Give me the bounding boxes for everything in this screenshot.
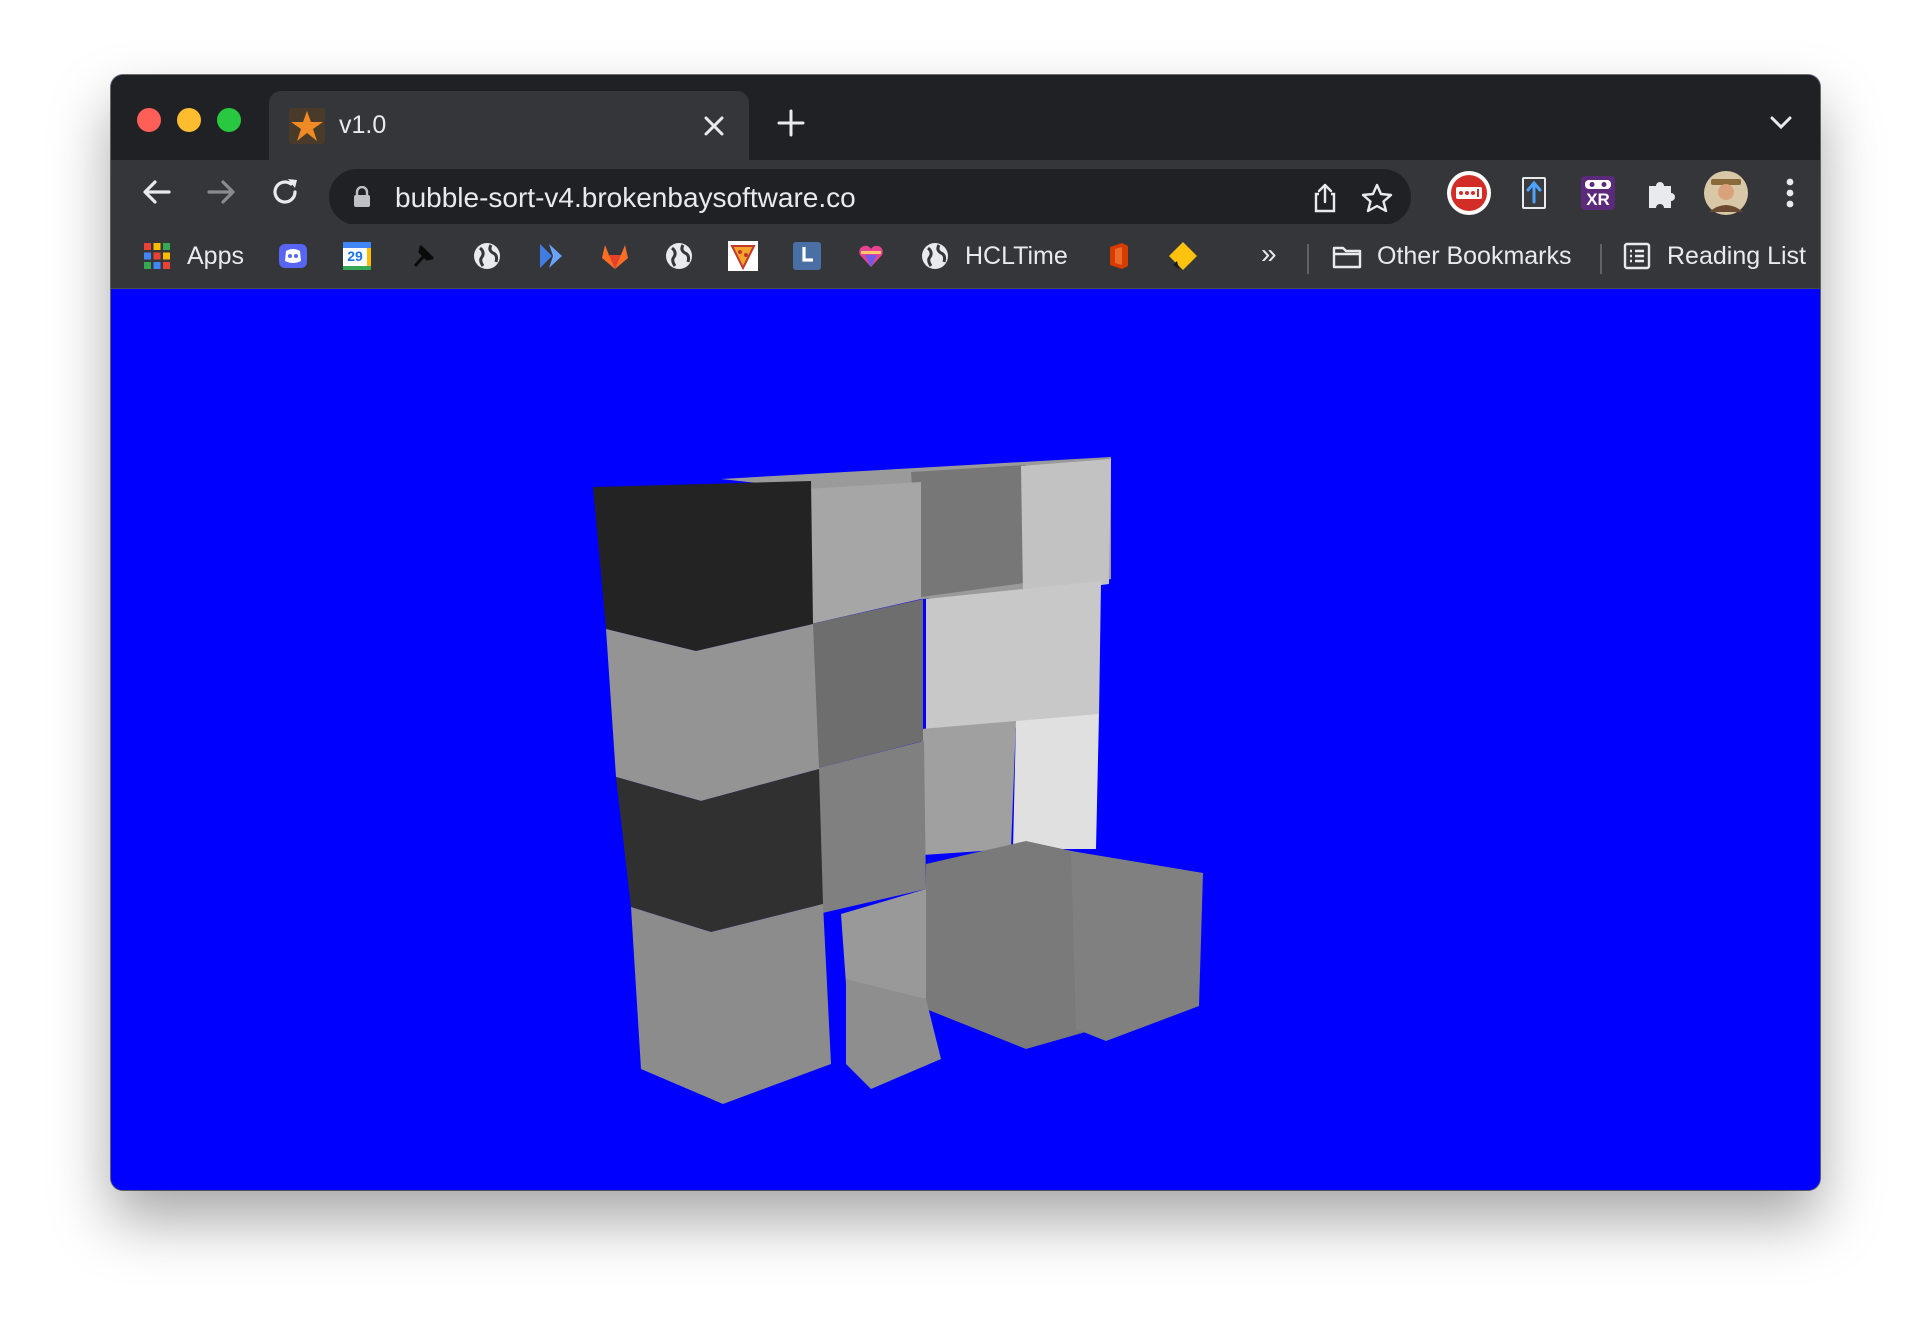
back-arrow-icon[interactable] xyxy=(139,174,175,210)
bookmark-globe-1[interactable] xyxy=(471,238,503,274)
folder-icon xyxy=(1332,246,1362,269)
bookmarks-divider xyxy=(1307,244,1309,274)
reading-list-icon xyxy=(1623,242,1651,270)
address-bar[interactable]: bubble-sort-v4.brokenbaysoftware.co xyxy=(329,169,1411,225)
bookmark-star-icon[interactable] xyxy=(1361,182,1393,214)
bookmark-office[interactable] xyxy=(1103,238,1135,274)
chevron-down-icon[interactable] xyxy=(1770,115,1792,131)
bookmark-heart[interactable] xyxy=(855,238,887,274)
bookmark-globe-2[interactable] xyxy=(663,238,695,274)
bookmark-discord[interactable] xyxy=(277,238,309,274)
bookmark-gitlab[interactable] xyxy=(599,238,631,274)
star-favicon-icon xyxy=(289,108,325,144)
tab-strip: v1.0 xyxy=(111,75,1820,160)
close-tab-icon[interactable] xyxy=(701,113,727,139)
reload-icon[interactable] xyxy=(267,174,303,210)
lock-icon xyxy=(354,186,370,207)
bookmark-diamond[interactable] xyxy=(1167,238,1199,274)
globe-icon xyxy=(474,243,500,269)
bookmark-apps[interactable]: Apps xyxy=(141,238,244,274)
reading-list-label: Reading List xyxy=(1667,241,1806,270)
bookmark-hcltime[interactable]: HCLTime xyxy=(919,238,1068,274)
webgl-canvas[interactable] xyxy=(111,289,1820,1190)
reading-list[interactable]: Reading List xyxy=(1621,238,1806,274)
lastpass-icon[interactable] xyxy=(1446,170,1492,216)
puzzle-extensions-icon[interactable] xyxy=(1639,170,1685,216)
bookmark-other[interactable]: Other Bookmarks xyxy=(1331,238,1572,274)
tab-active[interactable]: v1.0 xyxy=(269,91,749,160)
bookmark-apps-label: Apps xyxy=(187,241,244,270)
minimize-window-button[interactable] xyxy=(177,108,201,132)
globe-icon xyxy=(922,243,948,269)
discord-icon xyxy=(279,244,307,268)
voxel-cubes-scene xyxy=(111,289,1820,1190)
office-icon xyxy=(1110,243,1128,269)
globe-icon xyxy=(666,243,692,269)
url-text[interactable]: bubble-sort-v4.brokenbaysoftware.co xyxy=(395,182,856,214)
double-chevron-icon xyxy=(540,244,562,268)
forward-arrow-icon[interactable] xyxy=(203,174,239,210)
profile-avatar[interactable] xyxy=(1703,170,1749,216)
toolbar: bubble-sort-v4.brokenbaysoftware.co XR xyxy=(111,160,1820,225)
upload-extension-icon[interactable] xyxy=(1511,170,1557,216)
menu-kebab-icon[interactable] xyxy=(1767,170,1813,216)
tab-title: v1.0 xyxy=(339,111,387,139)
new-tab-icon[interactable] xyxy=(776,108,806,138)
calendar-icon: 29 xyxy=(341,240,373,272)
apps-grid-icon xyxy=(144,243,170,269)
yellow-diamond-icon xyxy=(1169,242,1197,270)
clock-app-icon xyxy=(793,242,821,270)
webxr-extension-icon[interactable]: XR xyxy=(1575,170,1621,216)
bookmark-clock[interactable] xyxy=(791,238,823,274)
calendar-day: 29 xyxy=(347,248,363,264)
pizza-slice-icon xyxy=(728,241,758,271)
browser-window: v1.0 bubble-sort-v4.brokenbaysoftware.co… xyxy=(111,75,1820,1190)
bookmark-pin[interactable] xyxy=(407,238,439,274)
bookmarks-overflow-button[interactable]: » xyxy=(1261,238,1277,270)
bookmark-chevrons[interactable] xyxy=(535,238,567,274)
bookmarks-divider xyxy=(1600,244,1602,274)
close-window-button[interactable] xyxy=(137,108,161,132)
bookmark-hcltime-label: HCLTime xyxy=(965,241,1068,270)
pin-icon xyxy=(413,245,434,267)
bookmark-other-label: Other Bookmarks xyxy=(1377,241,1572,270)
gitlab-icon xyxy=(602,245,628,269)
share-icon[interactable] xyxy=(1309,182,1341,214)
maximize-window-button[interactable] xyxy=(217,108,241,132)
bookmark-calendar[interactable]: 29 xyxy=(341,238,373,274)
colorful-heart-icon xyxy=(859,245,883,267)
xr-label: XR xyxy=(1586,190,1610,209)
bookmarks-bar: Apps 29 HCLTime » Other Bookmarks Readin… xyxy=(111,224,1820,289)
bookmark-pizza[interactable] xyxy=(727,238,759,274)
